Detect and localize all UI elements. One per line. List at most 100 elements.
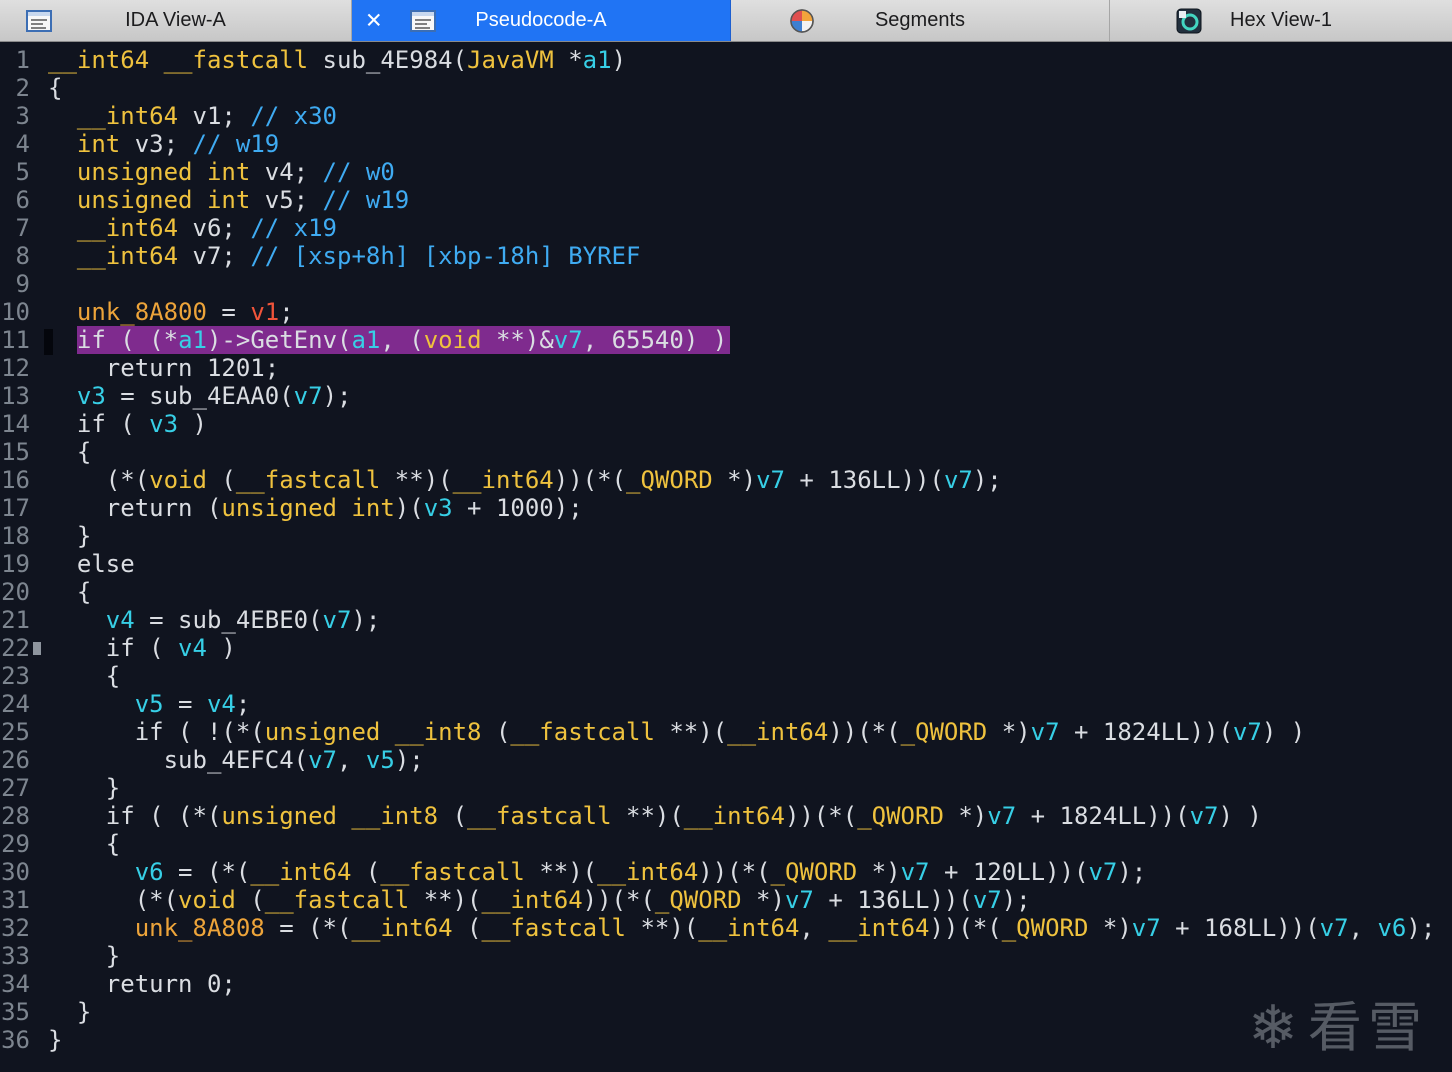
code-token: = — [206, 298, 251, 326]
code-line[interactable]: 7 __int64 v6; // x19 — [0, 214, 1452, 242]
code-line[interactable]: 16 (*(void (__fastcall **)(__int64))(*(_… — [0, 466, 1452, 494]
code-line[interactable]: 8 __int64 v7; // [xsp+8h] [xbp-18h] BYRE… — [0, 242, 1452, 270]
code-line[interactable]: 17 return (unsigned int)(v3 + 1000); — [0, 494, 1452, 522]
code-token: unsigned int — [76, 186, 251, 214]
code-token: unsigned int — [76, 158, 251, 186]
code-token: )( — [394, 494, 424, 522]
pseudocode-view[interactable]: 1 __int64 __fastcall sub_4E984(JavaVM *a1… — [0, 42, 1452, 1054]
code-token: ) — [178, 410, 207, 438]
code-line[interactable]: 13 v3 = sub_4EAA0(v7); — [0, 382, 1452, 410]
line-number: 22 — [1, 634, 30, 662]
code-token: v7; — [178, 242, 251, 270]
code-token: __int64 — [76, 214, 179, 242]
line-number: 24 — [1, 690, 30, 718]
code-token: (*( — [48, 886, 179, 914]
code-token: = (*( — [163, 858, 251, 886]
code-line[interactable]: 5 unsigned int v4; // w0 — [0, 158, 1452, 186]
segments-icon — [789, 8, 815, 34]
tab-hex-view-1[interactable]: Hex View-1 — [1110, 0, 1452, 41]
line-number: 20 — [1, 578, 30, 606]
code-line[interactable]: 36} — [0, 1026, 1452, 1054]
code-line[interactable]: 12 return 1201; — [0, 354, 1452, 382]
code-line[interactable]: 14 if ( v3 ) — [0, 410, 1452, 438]
code-line[interactable]: 9 — [0, 270, 1452, 298]
code-line[interactable]: 21 v4 = sub_4EBE0(v7); — [0, 606, 1452, 634]
code-token: v7 — [1319, 914, 1349, 942]
code-token: v7 — [1088, 858, 1118, 886]
code-token: v7 — [943, 466, 973, 494]
code-token: v4 — [206, 690, 236, 718]
code-token: v7 — [987, 802, 1017, 830]
close-icon[interactable]: ✕ — [365, 10, 383, 31]
code-token: __int64 — [351, 914, 453, 942]
code-line[interactable]: 20 { — [0, 578, 1452, 606]
code-line[interactable]: 35 } — [0, 998, 1452, 1026]
code-line[interactable]: 25 if ( !(*(unsigned __int8 (__fastcall … — [0, 718, 1452, 746]
code-token: *) — [943, 802, 988, 830]
line-number: 25 — [1, 718, 30, 746]
line-number: 33 — [1, 942, 30, 970]
code-line[interactable]: 32 unk_8A808 = (*(__int64 (__fastcall **… — [0, 914, 1452, 942]
code-token: void — [178, 886, 236, 914]
code-line[interactable]: 23 { — [0, 662, 1452, 690]
code-token: _QWORD — [770, 858, 858, 886]
code-line[interactable]: 33 } — [0, 942, 1452, 970]
code-token: unk_8A800 — [76, 298, 207, 326]
line-number: 6 — [15, 186, 30, 214]
code-line[interactable]: 29 { — [0, 830, 1452, 858]
code-line[interactable]: 19 else — [0, 550, 1452, 578]
code-token: int — [76, 130, 121, 158]
code-token: // w0 — [322, 158, 395, 186]
code-token: , ( — [380, 326, 424, 354]
code-line[interactable]: 34 return 0; — [0, 970, 1452, 998]
code-line[interactable]: 26 sub_4EFC4(v7, v5); — [0, 746, 1452, 774]
code-line[interactable]: 11 if ( (*a1)->GetEnv(a1, (void **)&v7, … — [0, 326, 1452, 354]
code-token: __int64 — [250, 858, 352, 886]
code-token: __fastcall — [235, 466, 381, 494]
code-token: ))(*( — [929, 914, 1002, 942]
code-line[interactable]: 28 if ( (*(unsigned __int8 (__fastcall *… — [0, 802, 1452, 830]
code-line[interactable]: 3 __int64 v1; // x30 — [0, 102, 1452, 130]
code-line[interactable]: 4 int v3; // w19 — [0, 130, 1452, 158]
code-token: + 120LL))( — [929, 858, 1089, 886]
code-token: v3 — [76, 382, 106, 410]
code-line[interactable]: 27 } — [0, 774, 1452, 802]
code-token: // w19 — [322, 186, 410, 214]
code-token: __fastcall — [380, 858, 525, 886]
line-number: 14 — [1, 410, 30, 438]
code-line[interactable]: 15 { — [0, 438, 1452, 466]
code-token: ( — [235, 886, 265, 914]
code-token: return ( — [48, 494, 222, 522]
code-token: v7 — [1189, 802, 1219, 830]
code-line[interactable]: 30 v6 = (*(__int64 (__fastcall **)(__int… — [0, 858, 1452, 886]
code-line[interactable]: 22 if ( v4 ) — [0, 634, 1452, 662]
code-token: ( — [452, 914, 482, 942]
code-line[interactable]: 1 __int64 __fastcall sub_4E984(JavaVM *a1… — [0, 46, 1452, 74]
code-line[interactable]: 31 (*(void (__fastcall **)(__int64))(*(_… — [0, 886, 1452, 914]
line-number: 3 — [15, 102, 30, 130]
code-line[interactable]: 18 } — [0, 522, 1452, 550]
code-token: void — [423, 326, 482, 354]
line-number: 8 — [15, 242, 30, 270]
code-token: ); — [1117, 858, 1147, 886]
code-line[interactable]: 2{ — [0, 74, 1452, 102]
code-line[interactable]: 6 unsigned int v5; // w19 — [0, 186, 1452, 214]
line-number: 7 — [15, 214, 30, 242]
code-line[interactable]: 24 v5 = v4; — [0, 690, 1452, 718]
code-token: **)& — [481, 326, 554, 354]
code-token: *) — [987, 718, 1031, 746]
line-number: 26 — [1, 746, 30, 774]
tab-pseudocode-a[interactable]: ✕ Pseudocode-A — [352, 0, 731, 41]
code-token: v7 — [322, 606, 352, 634]
code-line[interactable]: 10 unk_8A800 = v1; — [0, 298, 1452, 326]
tab-segments[interactable]: Segments — [731, 0, 1110, 41]
tab-ida-view-a[interactable]: IDA View-A — [0, 0, 352, 41]
code-token: sub_4EFC4( — [48, 746, 309, 774]
line-number: 30 — [1, 858, 30, 886]
code-token: v3 — [149, 410, 179, 438]
code-token: ) ) — [1261, 718, 1306, 746]
code-token: = sub_4EBE0( — [134, 606, 323, 634]
